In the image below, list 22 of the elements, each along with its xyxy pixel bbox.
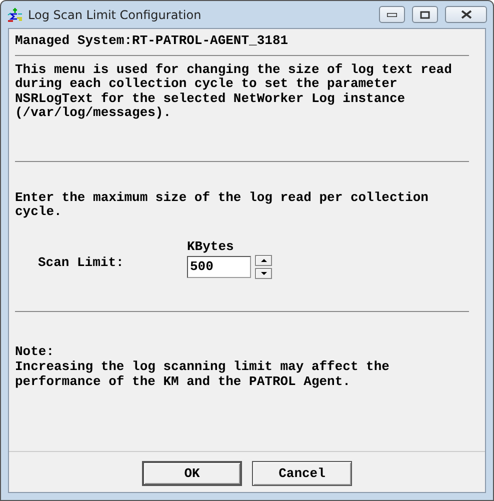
unit-label: KBytes bbox=[187, 238, 235, 254]
managed-system-label: Managed System:RT-PATROL-AGENT_3181 bbox=[15, 34, 290, 48]
maximize-button[interactable] bbox=[412, 6, 438, 23]
maximize-icon bbox=[420, 10, 430, 18]
ok-button[interactable]: OK bbox=[142, 461, 242, 486]
close-button[interactable] bbox=[445, 6, 487, 23]
up-arrow-icon bbox=[260, 258, 266, 262]
decrement-button[interactable] bbox=[255, 268, 272, 278]
increment-button[interactable] bbox=[255, 254, 272, 266]
scan-limit-label: Scan Limit: bbox=[38, 254, 125, 270]
cancel-button[interactable]: Cancel bbox=[252, 461, 352, 486]
scan-limit-field[interactable]: 500 bbox=[187, 256, 251, 278]
window-title: Log Scan Limit Configuration bbox=[28, 8, 202, 22]
note-heading: Note: bbox=[15, 344, 56, 359]
instruction-text: Enter the maximum size of the log read per collection cycle. bbox=[15, 190, 430, 220]
note-text: Increasing the log scanning limit may affect the performance of the KM and the PATROL Agent. bbox=[15, 360, 390, 389]
close-icon bbox=[460, 10, 472, 19]
down-arrow-icon bbox=[260, 272, 266, 274]
minimize-button[interactable] bbox=[379, 6, 405, 23]
app-icon bbox=[7, 6, 23, 22]
minimize-icon bbox=[387, 12, 397, 16]
description-text: This menu is used for changing the size of log text read during each collection cycle to set the parameter NSRLogText for the selected NetWorker Log instance (/var/log/messages). bbox=[15, 62, 453, 120]
